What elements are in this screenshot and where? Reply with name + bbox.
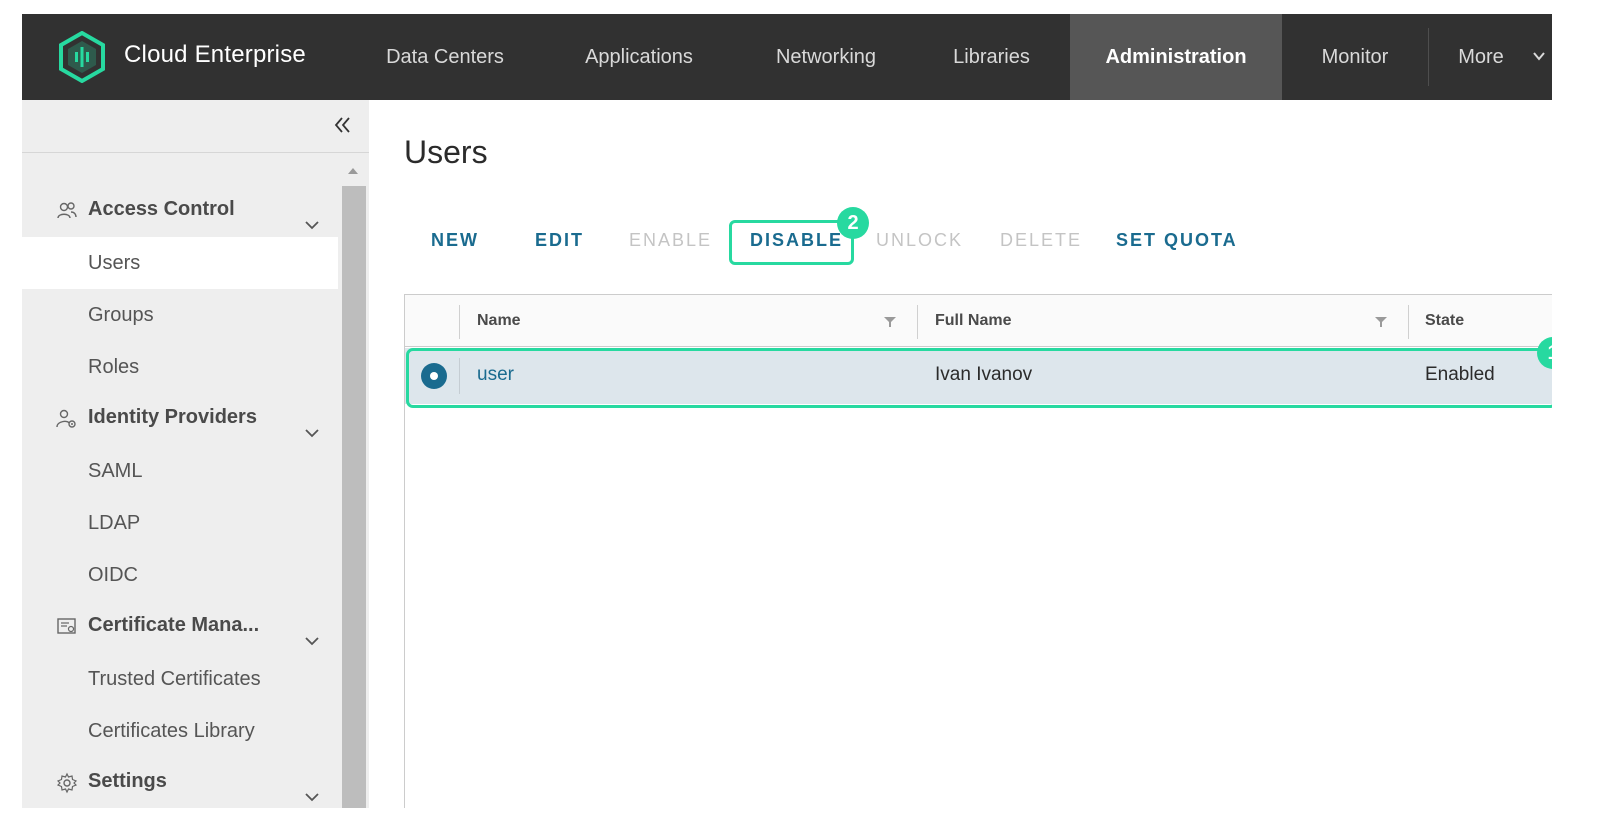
set-quota-button[interactable]: SET QUOTA [1116, 230, 1238, 251]
unlock-button[interactable]: UNLOCK [876, 230, 963, 251]
user-gear-icon [56, 409, 76, 428]
double-chevron-left-icon[interactable] [332, 114, 354, 136]
sidebar-item-oidc[interactable]: OIDC [22, 549, 338, 601]
chevron-down-icon[interactable] [304, 217, 320, 233]
nav-monitor[interactable]: Monitor [1282, 14, 1428, 100]
sidebar: Access Control Users Groups Roles Identi… [22, 100, 369, 808]
certificate-icon [57, 618, 76, 634]
row-annotation-box [406, 348, 1552, 408]
nav-data-centers[interactable]: Data Centers [351, 14, 539, 100]
new-button[interactable]: NEW [431, 230, 479, 251]
sidebar-item-users[interactable]: Users [22, 237, 338, 289]
scroll-up-arrow-icon[interactable] [346, 166, 360, 176]
annotation-badge-2: 2 [837, 207, 869, 239]
sidebar-group-settings[interactable]: Settings [88, 770, 167, 793]
sidebar-item-trusted-certificates[interactable]: Trusted Certificates [22, 653, 338, 705]
gear-icon [56, 772, 78, 794]
cloud-enterprise-logo-icon[interactable] [56, 31, 108, 83]
column-header-name[interactable]: Name [477, 312, 521, 330]
sidebar-scrollbar-thumb[interactable] [342, 186, 366, 808]
app-title: Cloud Enterprise [124, 41, 306, 68]
chevron-down-icon[interactable] [304, 633, 320, 649]
sidebar-item-ldap[interactable]: LDAP [22, 497, 338, 549]
nav-more[interactable]: More [1429, 14, 1533, 100]
enable-button[interactable]: ENABLE [629, 230, 712, 251]
disable-annotation-box [729, 220, 854, 265]
sidebar-group-identity-providers[interactable]: Identity Providers [88, 406, 257, 429]
sidebar-group-certificate-management[interactable]: Certificate Mana... [88, 614, 259, 637]
chevron-down-icon[interactable] [1532, 49, 1546, 63]
sidebar-item-roles[interactable]: Roles [22, 341, 338, 393]
page-title: Users [404, 134, 488, 170]
filter-icon[interactable] [1374, 315, 1388, 329]
column-header-state[interactable]: State [1425, 312, 1464, 330]
nav-applications[interactable]: Applications [539, 14, 739, 100]
delete-button[interactable]: DELETE [1000, 230, 1082, 251]
filter-icon[interactable] [883, 315, 897, 329]
sidebar-item-groups[interactable]: Groups [22, 289, 338, 341]
chevron-down-icon[interactable] [304, 425, 320, 441]
column-separator [1408, 305, 1409, 339]
top-nav-bar: Cloud Enterprise Data Centers Applicatio… [22, 14, 1552, 100]
grid-header: Name Full Name State [405, 295, 1552, 347]
main-content: Users NEW EDIT ENABLE DISABLE UNLOCK DEL… [369, 100, 1552, 808]
edit-button[interactable]: EDIT [535, 230, 584, 251]
column-separator [459, 305, 460, 339]
nav-administration[interactable]: Administration [1070, 14, 1282, 100]
nav-libraries[interactable]: Libraries [913, 14, 1070, 100]
column-header-full-name[interactable]: Full Name [935, 312, 1011, 330]
sidebar-item-certificates-library[interactable]: Certificates Library [22, 705, 338, 757]
sidebar-collapse-bar [22, 100, 369, 153]
users-icon [57, 202, 77, 219]
sidebar-group-access-control[interactable]: Access Control [88, 198, 235, 221]
sidebar-item-saml[interactable]: SAML [22, 445, 338, 497]
app-window: Cloud Enterprise Data Centers Applicatio… [22, 14, 1552, 808]
column-separator [917, 305, 918, 339]
nav-networking[interactable]: Networking [739, 14, 913, 100]
chevron-down-icon[interactable] [304, 789, 320, 805]
